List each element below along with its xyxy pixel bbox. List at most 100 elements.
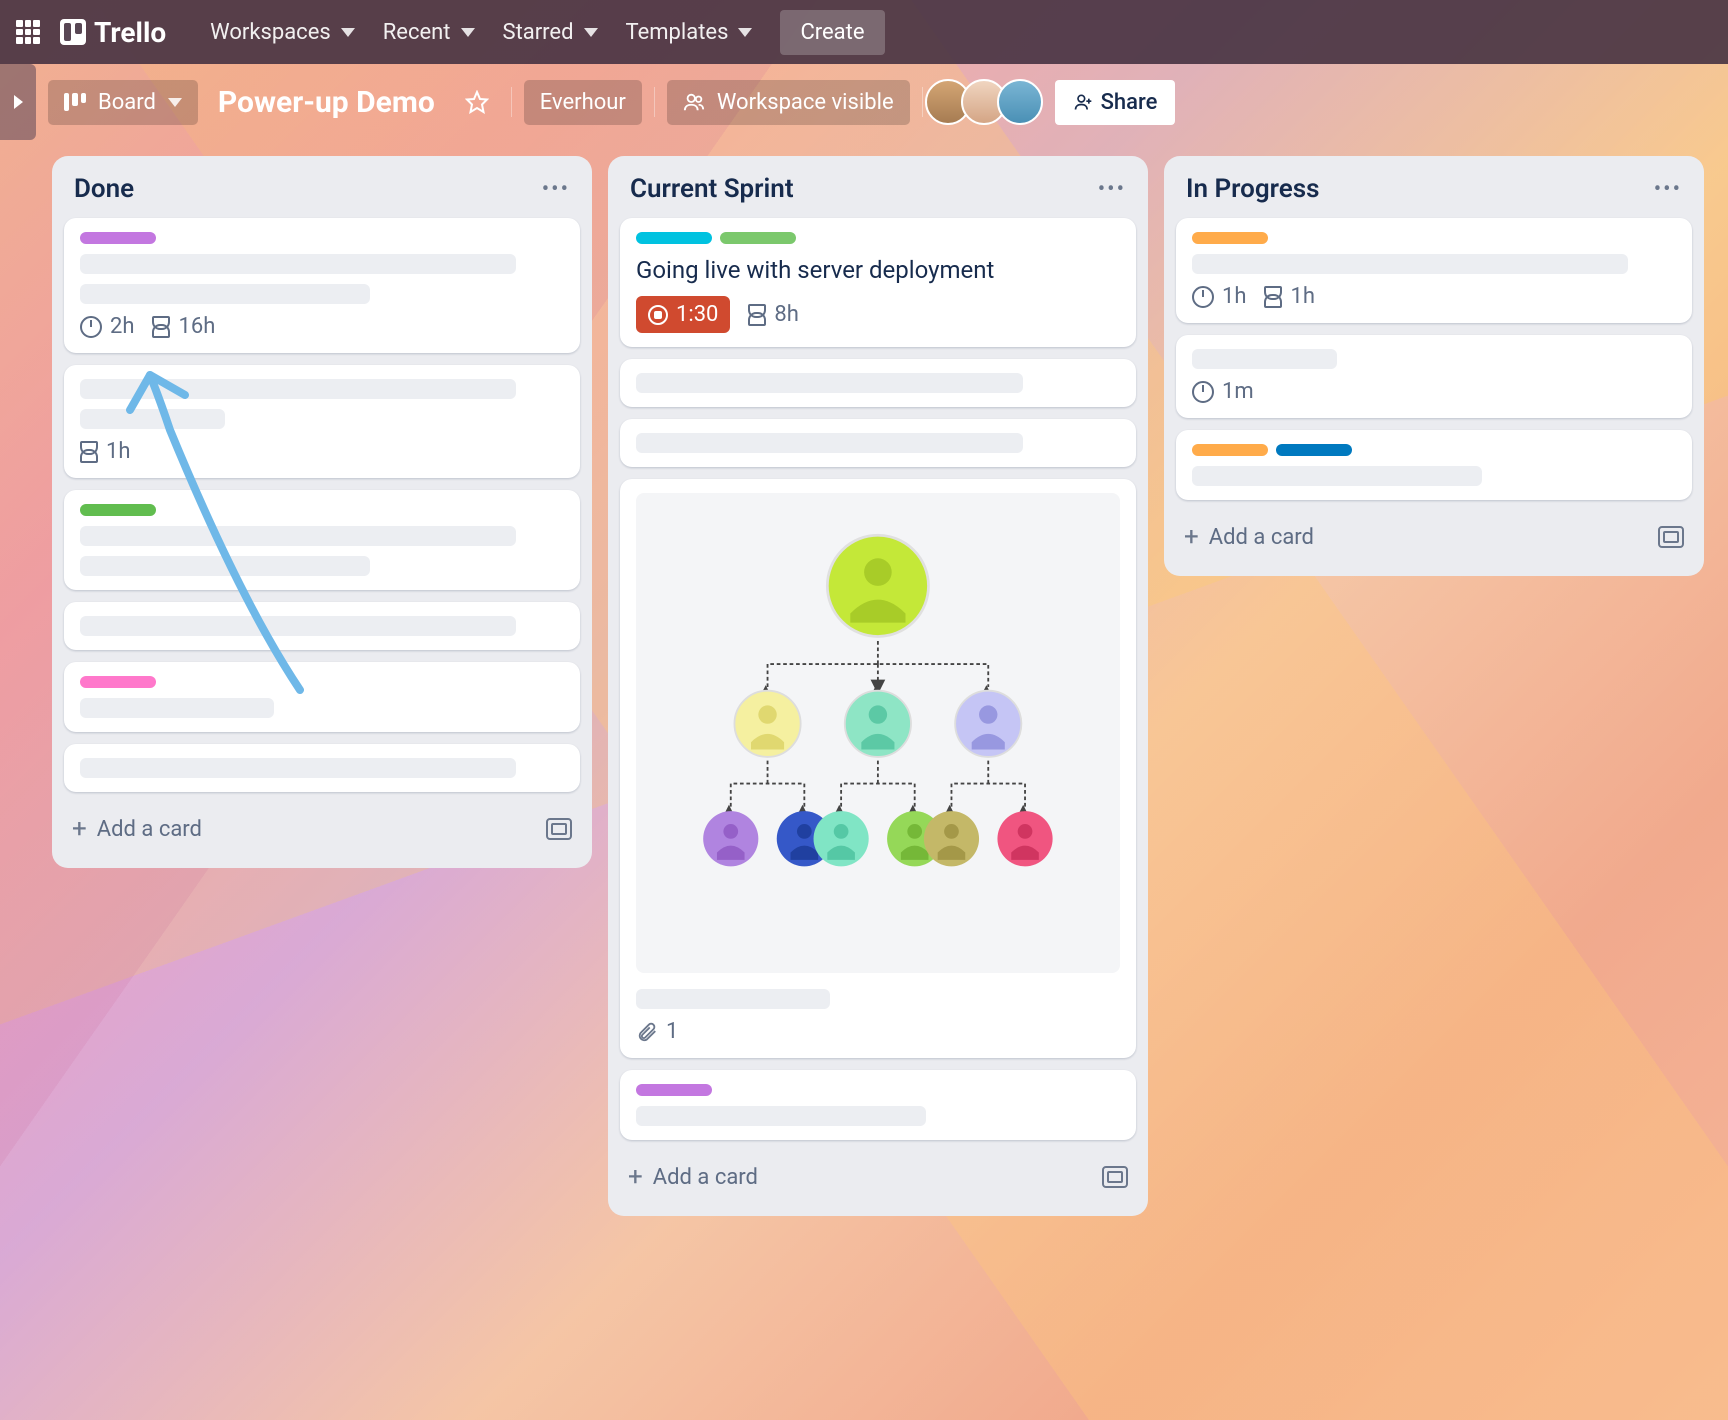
add-card-button[interactable]: + Add a card [64, 804, 580, 854]
list-done: Done ••• 2h 16h 1h [52, 156, 592, 868]
add-card-button[interactable]: + Add a card [1176, 512, 1692, 562]
hourglass-icon [1264, 286, 1282, 308]
card[interactable]: 1h [64, 365, 580, 478]
nav-workspaces[interactable]: Workspaces [210, 10, 355, 55]
sidebar-expand-button[interactable] [0, 64, 36, 140]
board-view-label: Board [98, 90, 156, 115]
label-orange[interactable] [1192, 232, 1268, 244]
card[interactable]: 1h 1h [1176, 218, 1692, 323]
card-title: Going live with server deployment [636, 254, 1120, 286]
placeholder-text [80, 698, 274, 718]
label-blue[interactable] [1276, 444, 1352, 456]
placeholder-text [636, 433, 1023, 453]
chevron-down-icon [461, 28, 475, 37]
hourglass-icon [748, 304, 766, 326]
card[interactable]: 2h 16h [64, 218, 580, 353]
hourglass-icon [80, 441, 98, 463]
list-menu-button[interactable]: ••• [542, 177, 570, 202]
chevron-down-icon [168, 98, 182, 107]
card-template-button[interactable] [546, 818, 572, 840]
card[interactable] [620, 1070, 1136, 1140]
list-in-progress: In Progress ••• 1h 1h 1m + Add a card [1164, 156, 1704, 576]
time-tracked-badge: 1h [1192, 284, 1246, 309]
member-avatar[interactable] [997, 79, 1043, 125]
placeholder-text [80, 556, 370, 576]
clock-icon [1192, 381, 1214, 403]
placeholder-text [636, 373, 1023, 393]
hourglass-icon [152, 316, 170, 338]
person-add-icon [1073, 92, 1093, 112]
nav-starred[interactable]: Starred [503, 10, 598, 55]
placeholder-text [80, 284, 370, 304]
time-estimate-badge: 16h [152, 314, 215, 339]
share-button[interactable]: Share [1055, 80, 1176, 125]
placeholder-text [80, 758, 516, 778]
plus-icon: + [628, 1162, 643, 1192]
placeholder-text [1192, 254, 1628, 274]
apps-switcher-icon[interactable] [14, 18, 42, 46]
board-bar: Board Power-up Demo Everhour Workspace v… [0, 64, 1728, 140]
clock-icon [80, 316, 102, 338]
card[interactable]: Going live with server deployment 1:30 8… [620, 218, 1136, 347]
card[interactable]: 1 [620, 479, 1136, 1058]
placeholder-text [1192, 466, 1482, 486]
placeholder-text [636, 989, 830, 1009]
nav-recent[interactable]: Recent [383, 10, 475, 55]
top-nav: Workspaces Recent Starred Templates Crea… [210, 10, 884, 55]
time-estimate-badge: 1h [80, 439, 130, 464]
card-cover-image [636, 493, 1120, 973]
label-green[interactable] [720, 232, 796, 244]
card[interactable] [64, 662, 580, 732]
list-current-sprint: Current Sprint ••• Going live with serve… [608, 156, 1148, 1216]
board-icon [64, 93, 86, 111]
list-menu-button[interactable]: ••• [1654, 177, 1682, 202]
time-tracked-badge: 1m [1192, 379, 1254, 404]
chevron-down-icon [584, 28, 598, 37]
placeholder-text [80, 379, 516, 399]
card[interactable] [620, 359, 1136, 407]
board-title[interactable]: Power-up Demo [218, 85, 435, 120]
visibility-button[interactable]: Workspace visible [667, 80, 910, 125]
time-tracked-badge: 2h [80, 314, 134, 339]
list-title[interactable]: In Progress [1186, 174, 1654, 204]
board-view-switcher[interactable]: Board [48, 80, 198, 125]
label-cyan[interactable] [636, 232, 712, 244]
nav-templates[interactable]: Templates [626, 10, 753, 55]
board-canvas: Done ••• 2h 16h 1h [0, 140, 1728, 1216]
list-title[interactable]: Current Sprint [630, 174, 1098, 204]
label-purple[interactable] [636, 1084, 712, 1096]
chevron-right-icon [14, 95, 23, 109]
label-green[interactable] [80, 504, 156, 516]
card[interactable]: 1m [1176, 335, 1692, 418]
people-icon [683, 91, 705, 113]
paperclip-icon [636, 1021, 658, 1043]
clock-icon [1192, 286, 1214, 308]
list-title[interactable]: Done [74, 174, 542, 204]
powerup-everhour-button[interactable]: Everhour [524, 80, 642, 125]
time-estimate-badge: 8h [748, 302, 798, 327]
stop-icon [648, 305, 668, 325]
create-button[interactable]: Create [780, 10, 884, 55]
list-menu-button[interactable]: ••• [1098, 177, 1126, 202]
card-template-button[interactable] [1102, 1166, 1128, 1188]
label-purple[interactable] [80, 232, 156, 244]
card[interactable] [64, 602, 580, 650]
star-board-button[interactable] [455, 80, 499, 124]
divider [922, 87, 923, 117]
label-pink[interactable] [80, 676, 156, 688]
plus-icon: + [72, 814, 87, 844]
card-template-button[interactable] [1658, 526, 1684, 548]
trello-logo[interactable]: Trello [60, 16, 166, 49]
add-card-button[interactable]: + Add a card [620, 1152, 1136, 1202]
placeholder-text [1192, 349, 1337, 369]
board-members[interactable] [935, 79, 1043, 125]
placeholder-text [80, 409, 225, 429]
placeholder-text [80, 616, 516, 636]
card[interactable] [1176, 430, 1692, 500]
card[interactable] [64, 744, 580, 792]
card[interactable] [64, 490, 580, 590]
timer-running-badge[interactable]: 1:30 [636, 296, 730, 333]
card[interactable] [620, 419, 1136, 467]
chevron-down-icon [738, 28, 752, 37]
label-orange[interactable] [1192, 444, 1268, 456]
